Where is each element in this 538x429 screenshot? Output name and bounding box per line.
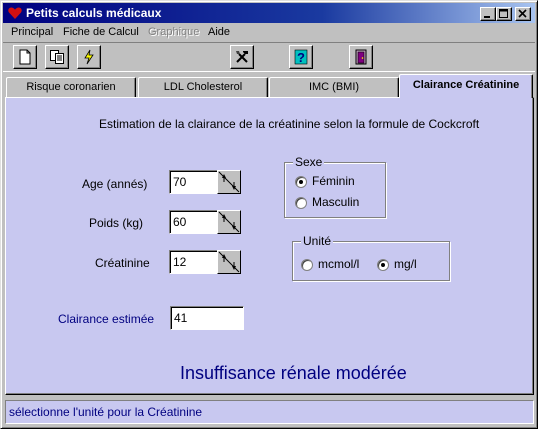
toolbar: ? xyxy=(3,42,535,72)
mgl-label: mg/l xyxy=(394,257,417,271)
tab-clairance-creatinine[interactable]: Clairance Créatinine xyxy=(399,74,533,98)
menu-graphique[interactable]: Graphique xyxy=(148,26,199,38)
maximize-icon xyxy=(499,9,508,18)
radio-button-checked[interactable] xyxy=(295,175,307,188)
app-window: Petits calculs médicaux Principal Fiche … xyxy=(0,0,538,429)
page-heading: Estimation de la clairance de la créatin… xyxy=(99,117,480,131)
poids-input[interactable]: 60 xyxy=(169,210,218,234)
tab-ldl-cholesterol[interactable]: LDL Cholesterol xyxy=(138,77,268,97)
diagnosis-text: Insuffisance rénale modérée xyxy=(180,363,407,383)
clairance-panel: Estimation de la clairance de la créatin… xyxy=(5,97,534,395)
radio-button[interactable] xyxy=(301,258,313,271)
age-label: Age (annés) xyxy=(82,177,148,191)
menu-principal[interactable]: Principal xyxy=(11,26,53,38)
status-bar: sélectionne l'unité pour la Créatinine xyxy=(5,400,534,424)
minimize-button[interactable] xyxy=(480,7,496,21)
window-title: Petits calculs médicaux xyxy=(26,6,162,20)
tools-button[interactable] xyxy=(230,45,254,69)
exit-door-icon xyxy=(355,49,367,65)
copy-icon xyxy=(50,50,64,64)
unite-option-mgl[interactable]: mg/l xyxy=(377,257,417,271)
unite-group-title: Unité xyxy=(301,234,334,248)
poids-label: Poids (kg) xyxy=(89,216,144,230)
sexe-group: Sexe Féminin Masculin xyxy=(284,155,386,218)
heart-icon xyxy=(8,7,22,19)
age-spinner[interactable] xyxy=(217,170,241,194)
new-document-button[interactable] xyxy=(13,45,37,69)
poids-spinner[interactable] xyxy=(217,210,241,234)
creatinine-input[interactable]: 12 xyxy=(169,250,218,274)
spinner-arrows-icon xyxy=(218,171,240,193)
calculate-button[interactable] xyxy=(77,45,101,69)
age-input[interactable]: 70 xyxy=(169,170,218,194)
mcmol-label: mcmol/l xyxy=(318,257,360,271)
radio-button-checked[interactable] xyxy=(377,258,389,271)
sexe-group-title: Sexe xyxy=(293,155,325,169)
help-icon: ? xyxy=(294,49,308,65)
exit-button[interactable] xyxy=(349,45,373,69)
unite-group: Unité mcmol/l mg/l xyxy=(292,234,450,281)
feminin-label: Féminin xyxy=(312,174,355,188)
menu-aide[interactable]: Aide xyxy=(208,26,230,38)
sexe-option-feminin[interactable]: Féminin xyxy=(295,174,355,188)
close-button[interactable] xyxy=(515,7,531,21)
minimize-icon xyxy=(484,16,490,18)
radio-button[interactable] xyxy=(295,196,307,209)
copy-button[interactable] xyxy=(45,45,69,69)
sexe-option-masculin[interactable]: Masculin xyxy=(295,195,359,209)
help-button[interactable]: ? xyxy=(289,45,313,69)
clairance-output[interactable]: 41 xyxy=(170,306,244,330)
title-bar[interactable]: Petits calculs médicaux xyxy=(3,3,535,23)
creatinine-label: Créatinine xyxy=(95,256,150,270)
clairance-label: Clairance estimée xyxy=(58,312,155,326)
spinner-arrows-icon xyxy=(218,211,240,233)
tab-risque-coronarien[interactable]: Risque coronarien xyxy=(6,77,136,97)
tools-icon xyxy=(236,51,248,63)
creatinine-spinner[interactable] xyxy=(217,250,241,274)
tab-imc-bmi[interactable]: IMC (BMI) xyxy=(269,77,399,97)
close-icon xyxy=(518,9,527,18)
maximize-button[interactable] xyxy=(496,7,512,21)
unite-option-mcmol[interactable]: mcmol/l xyxy=(301,257,359,271)
menu-fiche-de-calcul[interactable]: Fiche de Calcul xyxy=(63,26,139,38)
masculin-label: Masculin xyxy=(312,195,360,209)
lightning-icon xyxy=(84,49,94,65)
menu-bar: Principal Fiche de Calcul Graphique Aide xyxy=(3,24,535,42)
spinner-arrows-icon xyxy=(218,251,240,273)
svg-text:?: ? xyxy=(297,50,305,65)
new-document-icon xyxy=(19,49,31,65)
